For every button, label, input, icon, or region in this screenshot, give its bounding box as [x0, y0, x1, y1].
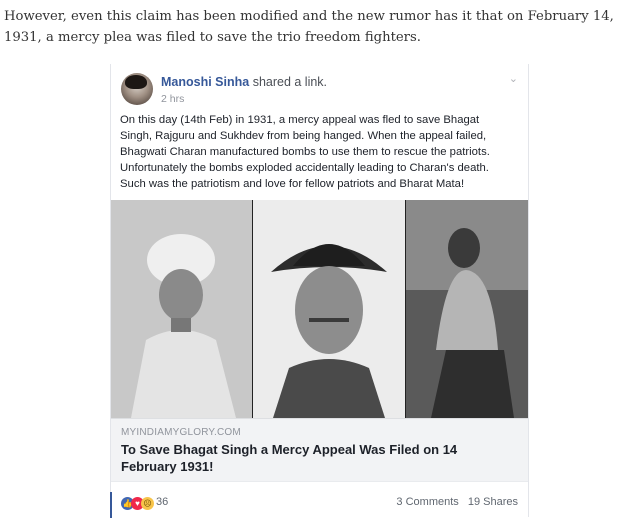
- link-title[interactable]: To Save Bhagat Singh a Mercy Appeal Was …: [121, 441, 481, 475]
- post-text-line: Such was the patriotism and love for fel…: [120, 178, 465, 190]
- photo-man-in-hat: [253, 200, 405, 418]
- photo-boy-in-turban: [111, 200, 252, 418]
- link-domain: MYINDIAMYGLORY.COM: [121, 427, 241, 438]
- post-text-line: Bhagwati Charan manufactured bombs to us…: [120, 146, 490, 158]
- photo-man-sitting: [406, 200, 528, 418]
- comments-shares: 3 Comments 19 Shares: [396, 496, 518, 508]
- avatar[interactable]: [121, 73, 153, 105]
- post-text: On this day (14th Feb) in 1931, a mercy …: [120, 112, 520, 192]
- link-preview[interactable]: MYINDIAMYGLORY.COM To Save Bhagat Singh …: [111, 418, 528, 482]
- post-text-line: On this day (14th Feb) in 1931, a mercy …: [120, 114, 480, 126]
- intro-paragraph: However, even this claim has been modifi…: [4, 9, 614, 45]
- post-text-line: Unfortunately the bombs exploded acciden…: [120, 162, 489, 174]
- facebook-post-card: Manoshi Sinha shared a link. 2 hrs ⌄ On …: [110, 64, 529, 518]
- post-time[interactable]: 2 hrs: [161, 93, 184, 105]
- sad-icon[interactable]: ☹: [141, 497, 154, 510]
- post-text-line: Singh, Rajguru and Sukhdev from being ha…: [120, 130, 487, 142]
- post-footer: 👍 ♥ ☹ 36 3 Comments 19 Shares: [110, 481, 528, 518]
- post-action: shared a link.: [252, 75, 328, 89]
- author-name[interactable]: Manoshi Sinha: [161, 75, 249, 89]
- accent-bar: [110, 492, 112, 518]
- reaction-count[interactable]: 36: [156, 496, 168, 508]
- link-image[interactable]: [111, 200, 528, 418]
- comments-count[interactable]: 3 Comments: [396, 496, 458, 508]
- post-header: Manoshi Sinha shared a link.: [161, 75, 327, 89]
- chevron-down-icon[interactable]: ⌄: [509, 72, 518, 85]
- shares-count[interactable]: 19 Shares: [468, 496, 518, 508]
